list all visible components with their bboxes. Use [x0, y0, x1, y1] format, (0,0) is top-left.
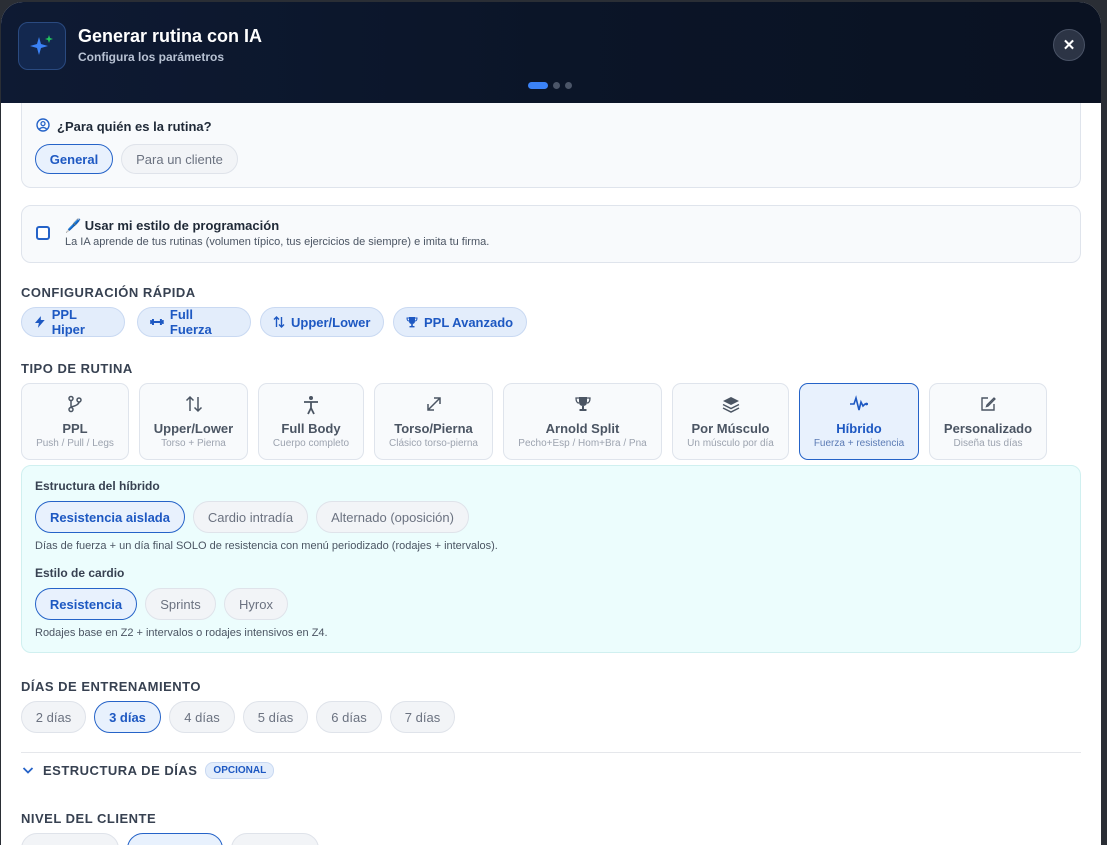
routine-type-upper-lower[interactable]: Upper/Lower Torso + Pierna: [139, 383, 248, 460]
routine-type-title-text: Torso/Pierna: [394, 421, 473, 436]
days-option-2[interactable]: 2 días: [21, 701, 86, 733]
preset-label: PPL Hiper: [51, 307, 85, 337]
cardio-style-note: Rodajes base en Z2 + intervalos o rodaje…: [35, 627, 328, 639]
optional-badge: OPCIONAL: [205, 761, 275, 779]
routine-type-title-text: PPL: [62, 421, 88, 436]
branch-icon: [68, 395, 82, 413]
expand-icon: [426, 397, 441, 411]
bolt-icon: [34, 316, 45, 328]
audience-card: ¿Para quién es la rutina? General Para u…: [21, 103, 1081, 188]
step-dot-2: [553, 82, 560, 89]
days-option-3[interactable]: 3 días: [94, 701, 161, 733]
routine-type-ppl[interactable]: PPL Push / Pull / Legs: [21, 383, 129, 460]
cardio-option-resistencia[interactable]: Resistencia: [35, 588, 137, 620]
dumbbell-icon: [150, 319, 164, 325]
routine-type-title-text: Upper/Lower: [153, 421, 234, 436]
routine-type-title-text: Por Músculo: [691, 421, 770, 436]
routine-type-subtitle: Clásico torso-pierna: [389, 438, 478, 449]
day-structure-toggle[interactable]: ESTRUCTURA DE DÍAS OPCIONAL: [21, 759, 275, 781]
preset-ppl-avanzado[interactable]: PPL Avanzado: [393, 307, 527, 337]
routine-type-subtitle: Torso + Pierna: [161, 438, 226, 449]
preset-label: Upper/Lower: [291, 314, 371, 330]
close-button[interactable]: ✕: [1053, 29, 1085, 61]
sparkles-icon: [18, 22, 66, 70]
audience-option-client[interactable]: Para un cliente: [121, 144, 238, 174]
routine-type-title: TIPO DE RUTINA: [21, 361, 133, 376]
generate-routine-modal: Generar rutina con IA Configura los pará…: [1, 2, 1101, 845]
step-indicator: [528, 82, 572, 89]
cardio-option-hyrox[interactable]: Hyrox: [224, 588, 288, 620]
audience-question: ¿Para quién es la rutina?: [57, 119, 212, 134]
routine-type-subtitle: Fuerza + resistencia: [813, 438, 905, 449]
structure-option-alternado[interactable]: Alternado (oposición): [316, 501, 469, 533]
chevron-down-icon: [22, 767, 34, 774]
routine-type-title-text: Full Body: [281, 421, 341, 436]
routine-type-torso-pierna[interactable]: Torso/Pierna Clásico torso-pierna: [374, 383, 493, 460]
swap-vertical-icon: [273, 316, 285, 328]
days-option-6[interactable]: 6 días: [316, 701, 382, 733]
cardio-style-label: Estilo de cardio: [35, 566, 125, 580]
client-level-title: NIVEL DEL CLIENTE: [21, 811, 157, 826]
step-dot-3: [565, 82, 572, 89]
routine-type-subtitle: Cuerpo completo: [272, 438, 350, 449]
activity-icon: [850, 395, 868, 411]
level-option-2[interactable]: [127, 833, 223, 845]
trophy-icon: [574, 397, 591, 411]
audience-option-general[interactable]: General: [35, 144, 113, 174]
style-card: 🖊️ Usar mi estilo de programación La IA …: [21, 205, 1081, 263]
layers-icon: [722, 397, 739, 413]
training-days-title: DÍAS DE ENTRENAMIENTO: [21, 679, 201, 694]
hybrid-structure-label: Estructura del híbrido: [35, 479, 160, 493]
preset-ppl-hiper[interactable]: PPL Hiper: [21, 307, 125, 337]
preset-label: Full Fuerza: [169, 307, 212, 337]
preset-label: PPL Avanzado: [424, 314, 514, 330]
routine-type-full-body[interactable]: Full Body Cuerpo completo: [258, 383, 364, 460]
day-structure-title: ESTRUCTURA DE DÍAS: [43, 762, 198, 778]
routine-type-subtitle: Push / Pull / Legs: [36, 438, 114, 449]
preset-full-fuerza[interactable]: Full Fuerza: [137, 307, 251, 337]
edit-icon: [981, 397, 996, 411]
days-option-5[interactable]: 5 días: [243, 701, 308, 733]
close-icon: ✕: [1062, 37, 1076, 54]
trophy-icon: [406, 317, 418, 328]
routine-type-subtitle: Pecho+Esp / Hom+Bra / Pna: [518, 438, 647, 449]
routine-type-title-text: Personalizado: [943, 421, 1033, 436]
quick-config-title: CONFIGURACIÓN RÁPIDA: [21, 285, 196, 300]
structure-option-resistencia-aislada[interactable]: Resistencia aislada: [35, 501, 185, 533]
preset-upper-lower[interactable]: Upper/Lower: [260, 307, 384, 337]
step-dot-1: [528, 82, 548, 89]
routine-type-personalizado[interactable]: Personalizado Diseña tus días: [929, 383, 1047, 460]
routine-type-subtitle: Un músculo por día: [687, 438, 774, 449]
modal-subtitle: Configura los parámetros: [78, 50, 225, 64]
swap-vertical-icon: [185, 395, 202, 413]
hybrid-settings-panel: Estructura del híbrido Resistencia aisla…: [21, 465, 1081, 653]
style-description: La IA aprende de tus rutinas (volumen tí…: [65, 236, 490, 248]
level-option-3[interactable]: [231, 833, 319, 845]
cardio-option-sprints[interactable]: Sprints: [145, 588, 216, 620]
routine-type-subtitle: Diseña tus días: [953, 438, 1023, 449]
structure-option-cardio-intradia[interactable]: Cardio intradía: [193, 501, 308, 533]
level-option-1[interactable]: [21, 833, 119, 845]
user-circle-icon: [36, 118, 50, 132]
style-checkbox[interactable]: [36, 226, 50, 240]
routine-type-title-text: Arnold Split: [545, 421, 620, 436]
style-title: 🖊️ Usar mi estilo de programación: [65, 218, 280, 233]
routine-type-title-text: Híbrido: [836, 421, 882, 436]
person-icon: [304, 396, 318, 415]
hybrid-structure-note: Días de fuerza + un día final SOLO de re…: [35, 540, 498, 552]
modal-header: Generar rutina con IA Configura los pará…: [1, 2, 1101, 103]
days-option-7[interactable]: 7 días: [390, 701, 455, 733]
days-option-4[interactable]: 4 días: [169, 701, 235, 733]
routine-type-hibrido[interactable]: Híbrido Fuerza + resistencia: [799, 383, 919, 460]
divider: [21, 752, 1081, 753]
modal-title: Generar rutina con IA: [78, 26, 263, 46]
routine-type-por-musculo[interactable]: Por Músculo Un músculo por día: [672, 383, 789, 460]
routine-type-arnold-split[interactable]: Arnold Split Pecho+Esp / Hom+Bra / Pna: [503, 383, 662, 460]
